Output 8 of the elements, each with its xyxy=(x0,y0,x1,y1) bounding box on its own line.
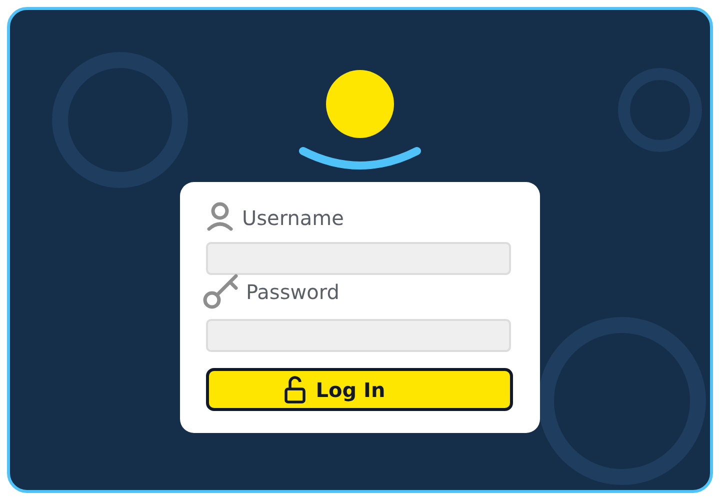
unlock-icon xyxy=(284,374,306,404)
key-icon xyxy=(202,273,240,311)
login-button[interactable]: Log In xyxy=(206,368,513,411)
field-label: Password xyxy=(246,280,340,304)
user-icon xyxy=(206,202,234,234)
password-field[interactable] xyxy=(206,319,511,352)
username-field[interactable] xyxy=(206,242,511,275)
field-label: Username xyxy=(242,206,344,230)
